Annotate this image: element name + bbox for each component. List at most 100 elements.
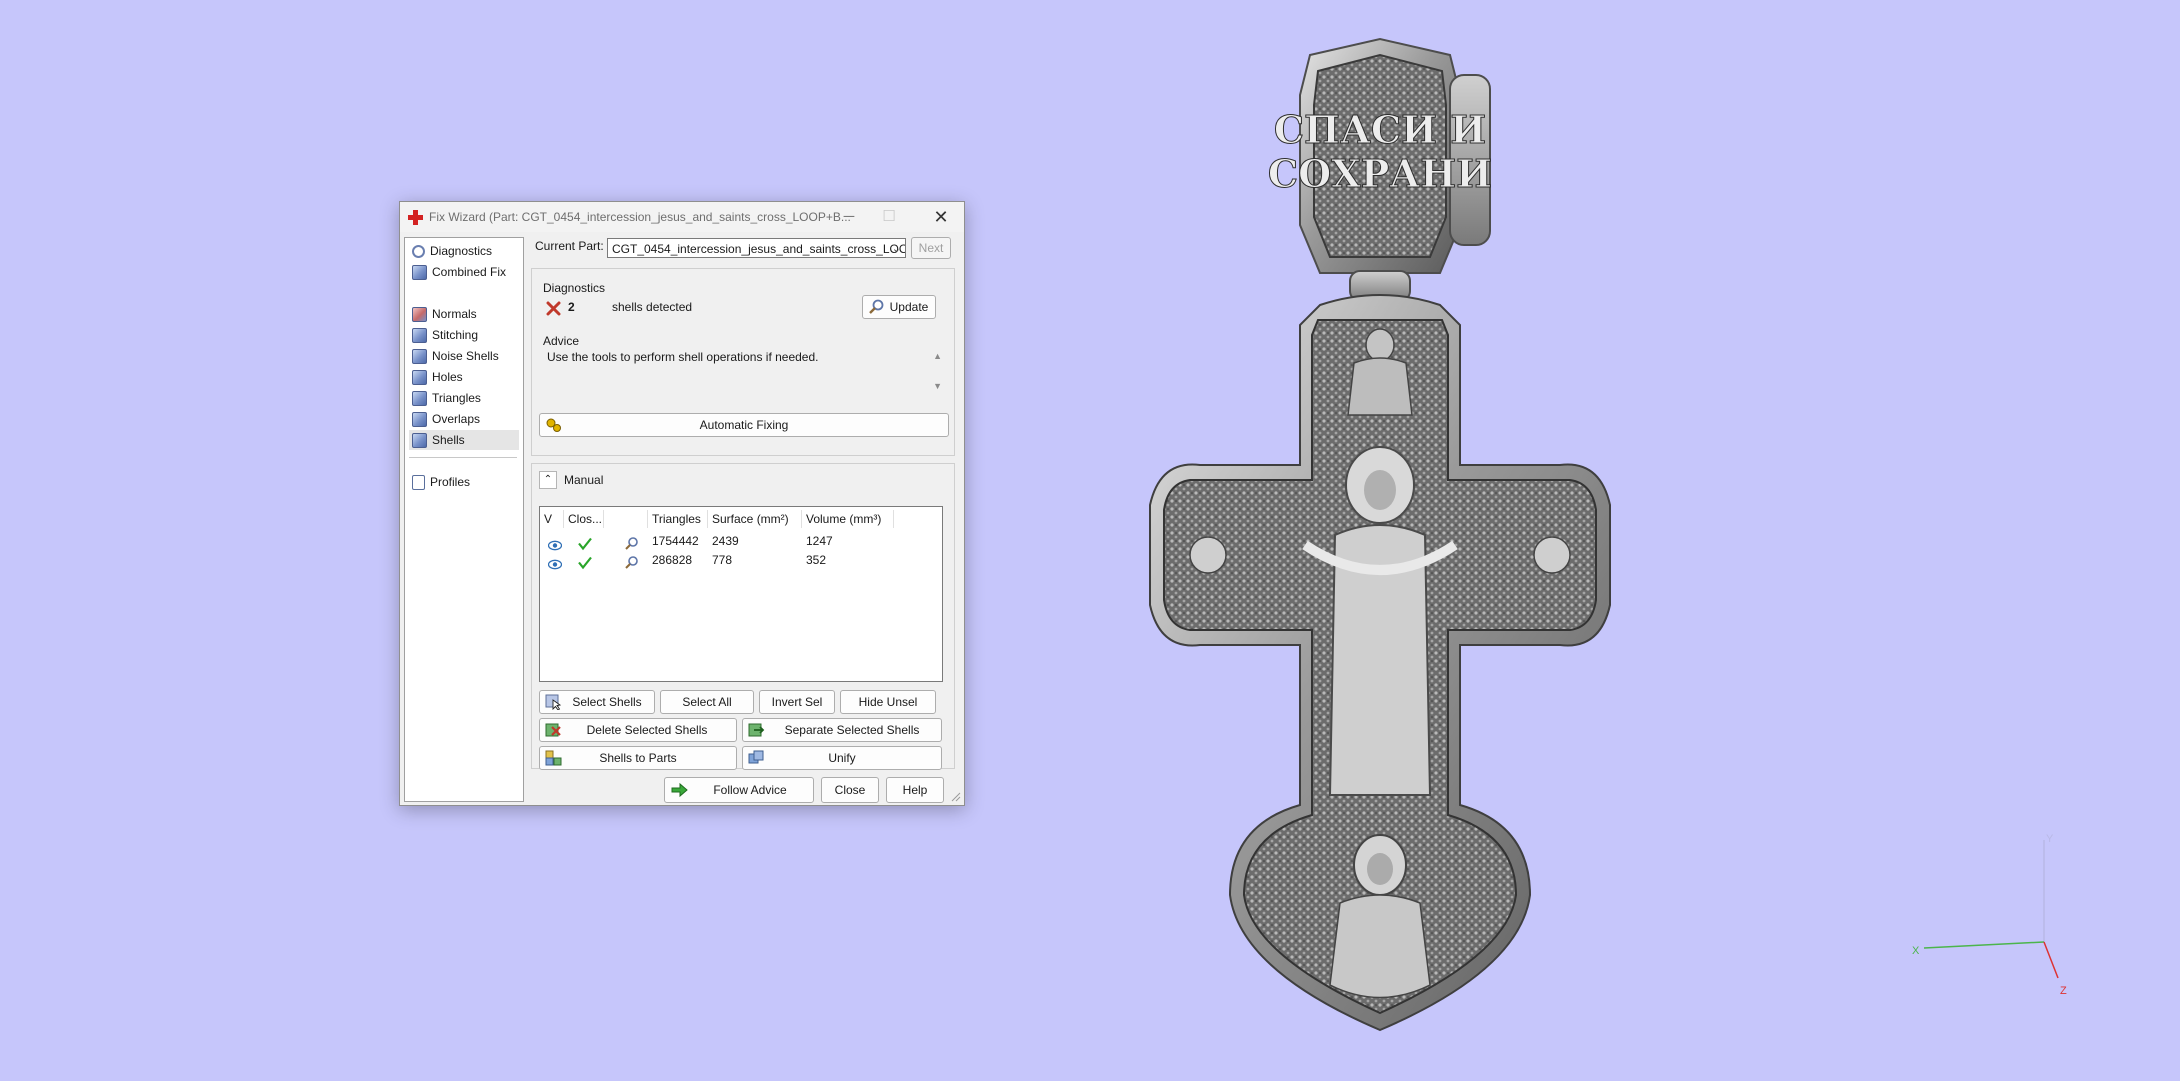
triangles-cell: 286828 [652, 553, 693, 567]
shells-to-parts-icon [545, 750, 562, 766]
advice-box: Use the tools to perform shell operation… [539, 347, 948, 401]
nav-item-label: Triangles [432, 391, 481, 405]
select-shells-label: Select Shells [572, 695, 642, 709]
column-header[interactable]: Clos... [564, 510, 604, 528]
advice-text: Use the tools to perform shell operation… [547, 350, 819, 364]
current-part-select[interactable]: CGT_0454_intercession_jesus_and_saints_c… [607, 238, 906, 258]
scroll-down-arrow[interactable]: ▼ [933, 381, 942, 391]
diagnostics-status: shells detected [612, 300, 693, 314]
nav-item-triangles[interactable]: Triangles [409, 388, 519, 408]
nav-item-stitching[interactable]: Stitching [409, 325, 519, 345]
shells-to-parts-label: Shells to Parts [599, 751, 677, 765]
nav-item-label: Normals [432, 307, 477, 321]
collapse-up-icon[interactable]: ⌃ [539, 471, 557, 489]
eye-icon[interactable] [548, 555, 562, 574]
nav-item-label: Stitching [432, 328, 479, 342]
nav-item-noise-shells[interactable]: Noise Shells [409, 346, 519, 366]
current-part-label: Current Part: [535, 239, 604, 253]
shells-icon [412, 433, 427, 449]
title-bar[interactable]: Fix Wizard (Part: CGT_0454_intercession_… [400, 202, 964, 232]
stitching-icon [412, 328, 427, 344]
nav-divider [409, 457, 517, 458]
manual-panel: ⌃ Manual V Clos... Triangles Surface (mm… [531, 463, 955, 770]
shell-count: 2 [568, 300, 575, 314]
nav-item-profiles[interactable]: Profiles [409, 472, 519, 492]
update-button[interactable]: Update [862, 295, 936, 319]
nav-item-label: Noise Shells [432, 349, 499, 363]
nav-item-normals[interactable]: Normals [409, 304, 519, 324]
nav-item-label: Holes [432, 370, 463, 384]
axis-z-label: Z [2060, 985, 2067, 997]
nav-item-holes[interactable]: Holes [409, 367, 519, 387]
column-header[interactable] [604, 510, 648, 528]
overlaps-icon [412, 412, 427, 428]
automatic-fixing-label: Automatic Fixing [699, 418, 789, 432]
chevron-down-icon: ⌄ [891, 243, 901, 255]
follow-advice-button[interactable]: Follow Advice [664, 777, 814, 803]
volume-cell: 352 [806, 553, 827, 567]
holes-icon [412, 370, 427, 386]
column-header[interactable]: Surface (mm²) [708, 510, 802, 528]
advice-group-label: Advice [543, 334, 580, 348]
column-header[interactable]: Volume (mm³) [802, 510, 894, 528]
help-button[interactable]: Help [886, 777, 944, 803]
dialog-title: Fix Wizard (Part: CGT_0454_intercession_… [429, 210, 851, 224]
nav-item-diagnostics[interactable]: Diagnostics [409, 241, 519, 261]
separate-selected-label: Separate Selected Shells [784, 723, 920, 737]
column-header[interactable]: V [540, 510, 564, 528]
delete-selected-label: Delete Selected Shells [586, 723, 708, 737]
error-x-icon [546, 301, 561, 316]
cube-icon [412, 265, 427, 281]
select-cursor-icon [545, 694, 562, 710]
magnifier-icon [412, 245, 425, 259]
document-icon [412, 475, 425, 491]
nav-item-label: Overlaps [432, 412, 481, 426]
surface-cell: 778 [712, 553, 733, 567]
resize-grip-icon[interactable] [951, 792, 961, 802]
hide-unselected-button[interactable]: Hide Unsel [840, 690, 936, 714]
model-inscription-1: СПАСИ И [1274, 107, 1486, 152]
nav-item-label: Diagnostics [430, 244, 493, 258]
nav-item-label: Combined Fix [432, 265, 507, 279]
magnifier-icon [869, 299, 884, 314]
close-window-button[interactable]: ✕ [926, 206, 956, 228]
close-button[interactable]: Close [821, 777, 879, 803]
select-shells-button[interactable]: Select Shells [539, 690, 655, 714]
nav-item-combined-fix[interactable]: Combined Fix [409, 262, 519, 282]
delete-shell-icon [545, 723, 561, 737]
axis-x-label: X [1912, 945, 1920, 957]
nav-item-label: Profiles [430, 475, 471, 489]
nav-item-overlaps[interactable]: Overlaps [409, 409, 519, 429]
follow-advice-label: Follow Advice [713, 783, 787, 797]
wizard-nav: Diagnostics Combined Fix Normals Stitchi… [404, 237, 524, 802]
unify-label: Unify [828, 751, 856, 765]
invert-selection-button[interactable]: Invert Sel [759, 690, 835, 714]
next-button[interactable]: Next [911, 237, 951, 259]
minimize-button[interactable]: ─ [834, 206, 864, 228]
fix-wizard-dialog: Fix Wizard (Part: CGT_0454_intercession_… [399, 201, 965, 806]
maximize-button[interactable]: ☐ [874, 206, 904, 228]
table-row[interactable]: 1754442 2439 1247 [540, 532, 942, 551]
normals-icon [412, 307, 427, 323]
green-arrow-icon [671, 782, 688, 798]
red-cross-icon [408, 210, 423, 225]
separate-selected-shells-button[interactable]: Separate Selected Shells [742, 718, 942, 742]
column-header[interactable]: Triangles [648, 510, 708, 528]
table-row[interactable]: 286828 778 352 [540, 551, 942, 570]
unify-button[interactable]: Unify [742, 746, 942, 770]
separate-shell-icon [748, 723, 765, 737]
check-icon [578, 556, 592, 570]
3d-model-cross[interactable]: СПАСИ И СОХРАНИ [1130, 35, 1690, 1045]
automatic-fixing-button[interactable]: Automatic Fixing [539, 413, 949, 437]
select-all-button[interactable]: Select All [660, 690, 754, 714]
shells-to-parts-button[interactable]: Shells to Parts [539, 746, 737, 770]
surface-cell: 2439 [712, 534, 739, 548]
magnifier-icon[interactable] [624, 553, 639, 572]
triangles-icon [412, 391, 427, 407]
nav-item-shells[interactable]: Shells [409, 430, 519, 450]
scroll-up-arrow[interactable]: ▲ [933, 351, 942, 361]
axes-triad: Y X Z [1912, 833, 2067, 997]
delete-selected-shells-button[interactable]: Delete Selected Shells [539, 718, 737, 742]
manual-label: Manual [564, 473, 604, 487]
diagnostics-group-label: Diagnostics [543, 281, 606, 295]
